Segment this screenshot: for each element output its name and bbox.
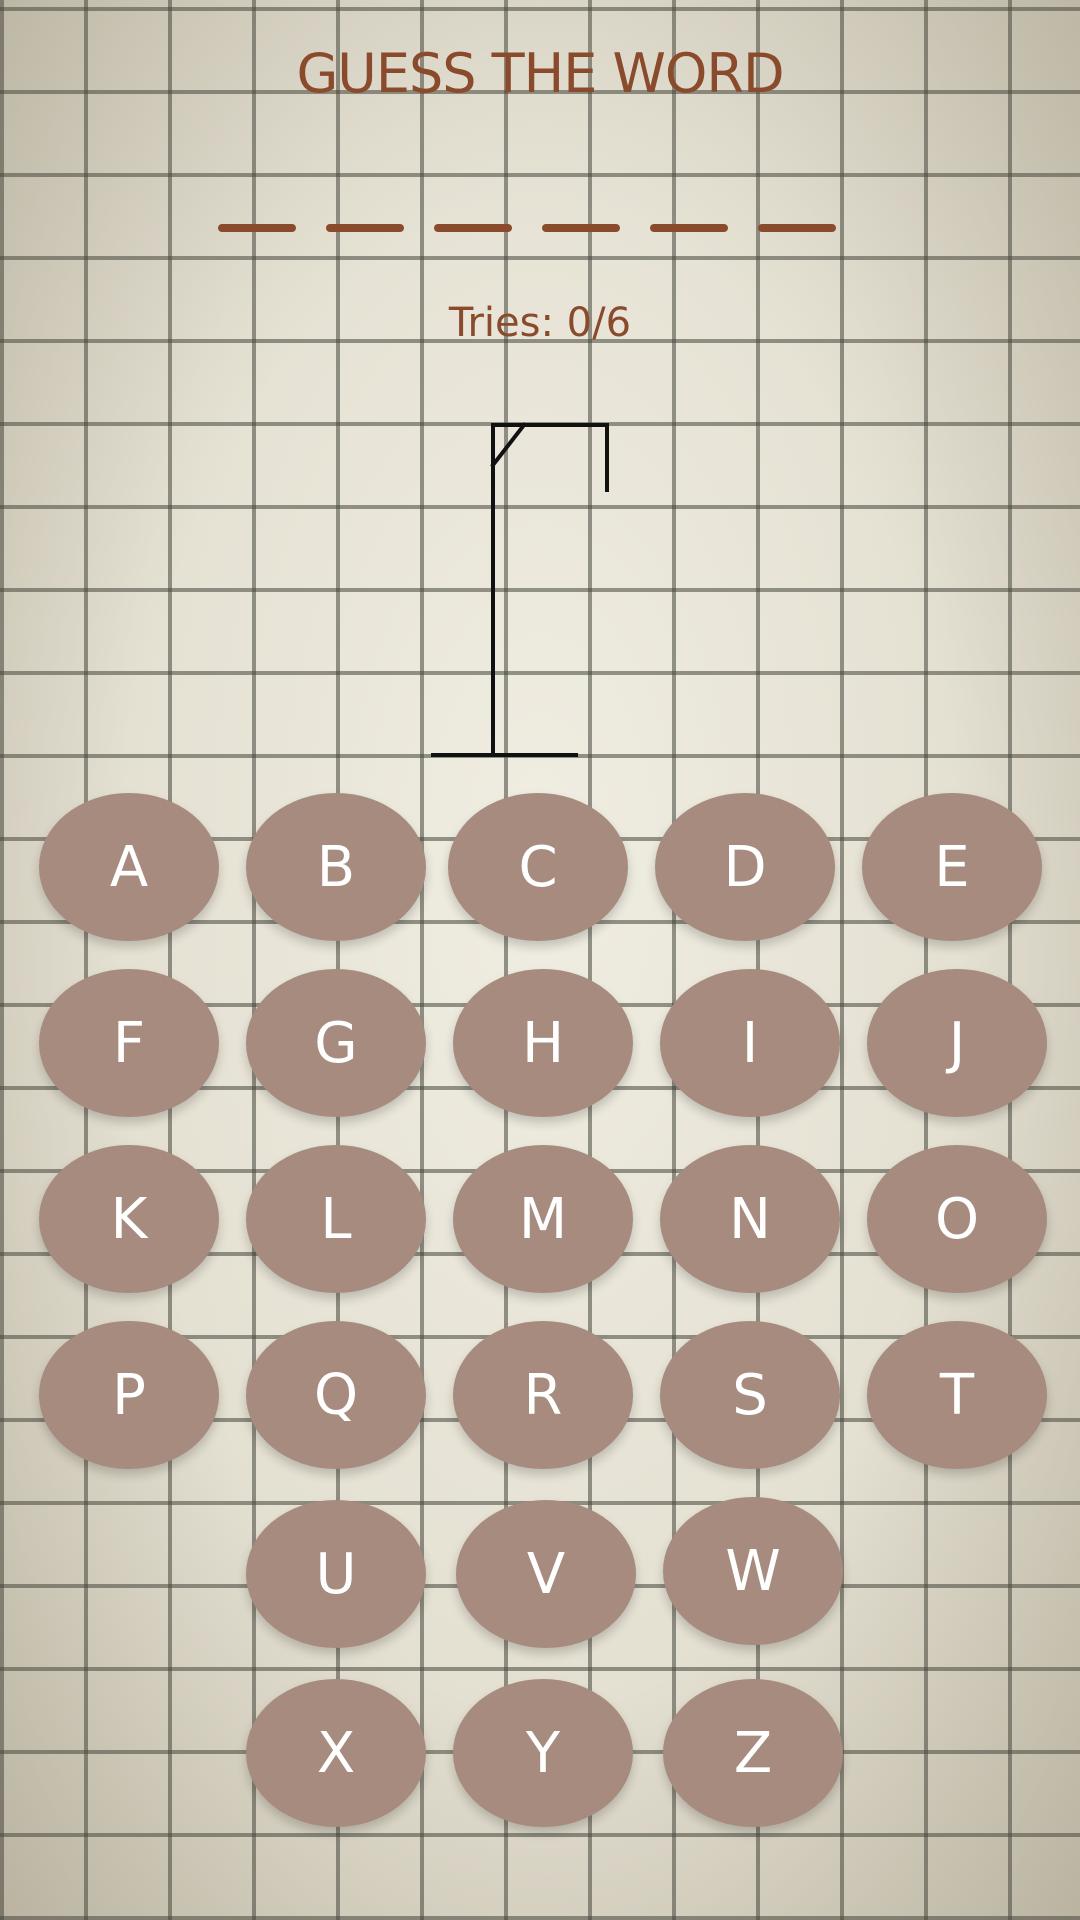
key-v[interactable]: V [456, 1500, 636, 1648]
key-r[interactable]: R [453, 1321, 633, 1469]
key-s[interactable]: S [660, 1321, 840, 1469]
key-h[interactable]: H [453, 969, 633, 1117]
key-p[interactable]: P [39, 1321, 219, 1469]
key-g[interactable]: G [246, 969, 426, 1117]
key-m[interactable]: M [453, 1145, 633, 1293]
key-d[interactable]: D [655, 793, 835, 941]
key-o[interactable]: O [867, 1145, 1047, 1293]
key-z[interactable]: Z [663, 1679, 843, 1827]
gallows-brace [490, 422, 527, 468]
key-c[interactable]: C [448, 793, 628, 941]
key-n[interactable]: N [660, 1145, 840, 1293]
key-a[interactable]: A [39, 793, 219, 941]
key-x[interactable]: X [246, 1679, 426, 1827]
key-u[interactable]: U [246, 1500, 426, 1648]
gallows-drawing [431, 422, 609, 757]
key-q[interactable]: Q [246, 1321, 426, 1469]
key-y[interactable]: Y [453, 1679, 633, 1827]
key-k[interactable]: K [39, 1145, 219, 1293]
key-i[interactable]: I [660, 969, 840, 1117]
key-b[interactable]: B [246, 793, 426, 941]
key-f[interactable]: F [39, 969, 219, 1117]
key-t[interactable]: T [867, 1321, 1047, 1469]
key-j[interactable]: J [867, 969, 1047, 1117]
key-l[interactable]: L [246, 1145, 426, 1293]
key-w[interactable]: W [663, 1497, 843, 1645]
key-e[interactable]: E [862, 793, 1042, 941]
